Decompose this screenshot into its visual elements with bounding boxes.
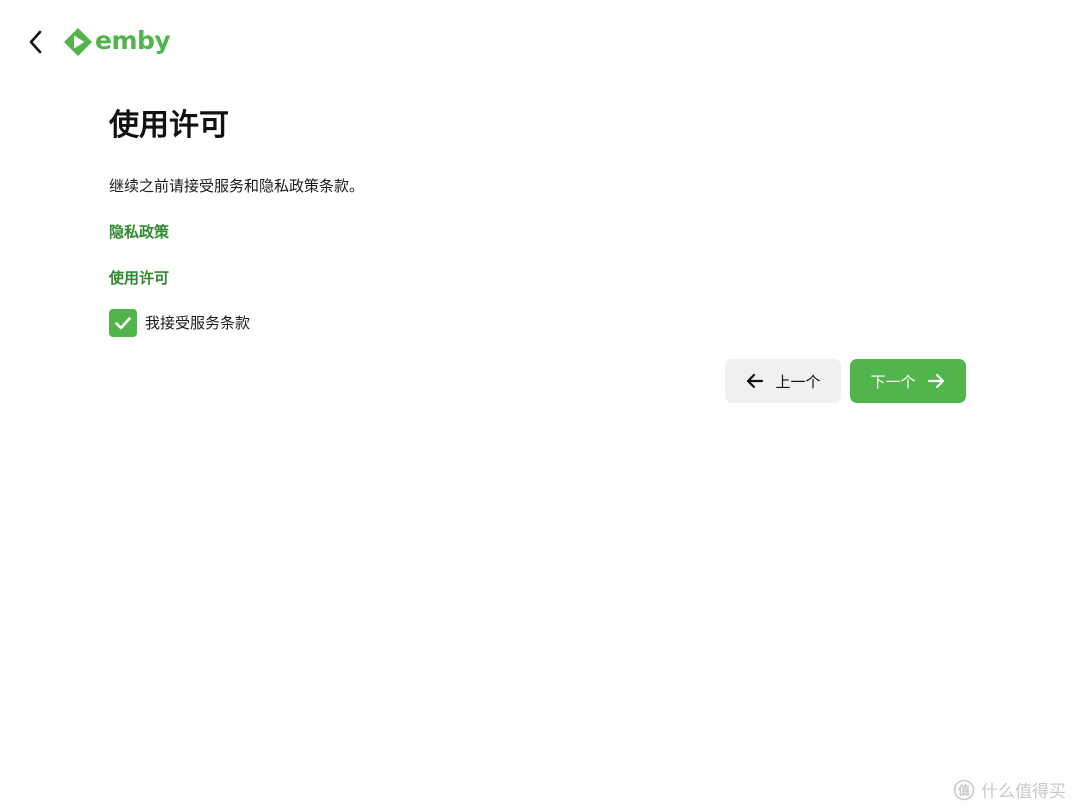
accept-terms-label: 我接受服务条款 [145,314,251,332]
svg-text:值: 值 [958,782,970,797]
previous-button-label: 上一个 [775,372,821,391]
next-button[interactable]: 下一个 [850,359,966,403]
header: emby [0,0,1080,84]
back-button[interactable] [20,26,50,58]
license-content: 使用许可 继续之前请接受服务和隐私政策条款。 隐私政策 使用许可 我接受服务条款 [109,105,969,337]
license-link[interactable]: 使用许可 [109,267,969,289]
arrow-left-icon [745,371,765,391]
emby-logo: emby [63,25,171,59]
accept-terms-row[interactable]: 我接受服务条款 [109,309,969,337]
watermark-text: 什么值得买 [981,782,1066,802]
accept-terms-checkbox[interactable] [109,309,137,337]
setup-page: emby 使用许可 继续之前请接受服务和隐私政策条款。 隐私政策 使用许可 我接… [0,0,1080,810]
description-text: 继续之前请接受服务和隐私政策条款。 [109,177,365,195]
chevron-left-icon [29,30,42,54]
checkmark-icon [115,317,131,330]
previous-button[interactable]: 上一个 [725,359,841,403]
emby-logo-icon [64,28,92,56]
arrow-right-icon [926,371,946,391]
watermark-logo-icon: 值 [953,779,975,800]
privacy-policy-link[interactable]: 隐私政策 [109,221,969,243]
logo-text: emby [95,25,171,55]
next-button-label: 下一个 [870,372,916,391]
navigation-buttons: 上一个 下一个 [725,359,966,403]
page-title: 使用许可 [109,108,229,143]
watermark: 值 什么值得买 [953,777,1066,802]
